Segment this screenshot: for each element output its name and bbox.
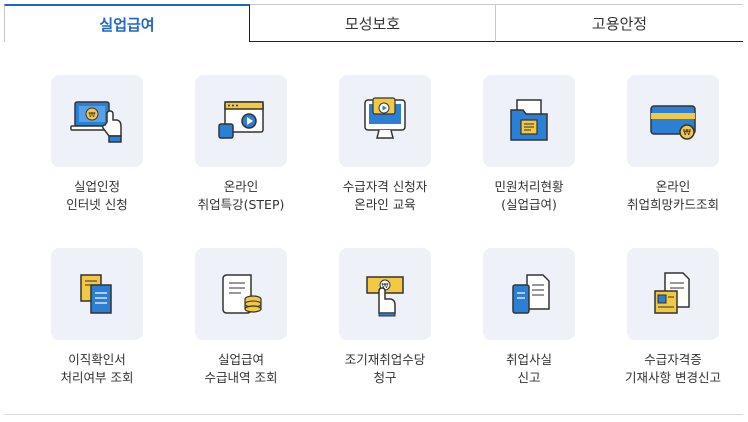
- monitor-play-icon: [339, 75, 431, 167]
- folder-document-icon: [483, 75, 575, 167]
- id-document-icon: [627, 248, 719, 340]
- hand-money-icon: ₩: [339, 248, 431, 340]
- item-label-line2: 온라인 교육: [354, 197, 416, 212]
- service-item-complaint-status[interactable]: 민원처리현황 (실업급여): [459, 75, 599, 214]
- service-item-employment-report[interactable]: 취업사실 신고: [459, 248, 599, 387]
- service-panel: ₩ 실업인정 인터넷 신청 온라인 취업특강(STEP) 수급자격 신청자 온라…: [4, 42, 743, 415]
- service-item-applicant-education[interactable]: 수급자격 신청자 온라인 교육: [315, 75, 455, 214]
- tab-employment-stability[interactable]: 고용안정: [496, 4, 743, 42]
- item-label-line2: 인터넷 신청: [66, 197, 128, 212]
- item-label-line1: 온라인: [655, 179, 691, 194]
- card-won-icon: ₩: [627, 75, 719, 167]
- laptop-hand-icon: ₩: [51, 75, 143, 167]
- item-label-line2: 수급내역 조회: [204, 370, 278, 385]
- documents-icon: [51, 248, 143, 340]
- phone-document-icon: [483, 248, 575, 340]
- item-label-line1: 수급자격 신청자: [342, 179, 428, 194]
- item-label-line2: (실업급여): [501, 197, 557, 212]
- item-label-line1: 실업인정: [73, 179, 120, 194]
- item-label-line1: 실업급여: [217, 352, 264, 367]
- item-label-line2: 청구: [373, 370, 397, 385]
- item-label-line1: 이직확인서: [68, 352, 126, 367]
- tab-maternity-protection[interactable]: 모성보호: [250, 4, 496, 42]
- svg-text:₩: ₩: [89, 111, 96, 119]
- item-label-line1: 수급자격증: [644, 352, 702, 367]
- tab-unemployment-benefit[interactable]: 실업급여: [4, 4, 250, 42]
- item-label-line1: 조기재취업수당: [344, 352, 426, 367]
- item-label-line2: 신고: [517, 370, 541, 385]
- service-item-job-card[interactable]: ₩ 온라인 취업희망카드조회: [603, 75, 743, 214]
- service-item-benefit-history[interactable]: 실업급여 수급내역 조회: [171, 248, 311, 387]
- svg-text:₩: ₩: [683, 128, 691, 137]
- item-label-line2: 취업특강(STEP): [197, 197, 285, 212]
- item-label-line1: 민원처리현황: [494, 179, 564, 194]
- service-item-online-lecture[interactable]: 온라인 취업특강(STEP): [171, 75, 311, 214]
- item-label-line2: 처리여부 조회: [60, 370, 134, 385]
- scroll-coins-icon: [195, 248, 287, 340]
- item-label-line1: 취업사실: [505, 352, 552, 367]
- service-item-certificate-change[interactable]: 수급자격증 기재사항 변경신고: [603, 248, 743, 387]
- item-label-line2: 기재사항 변경신고: [625, 370, 721, 385]
- item-label-line1: 온라인: [223, 179, 259, 194]
- video-lecture-icon: [195, 75, 287, 167]
- service-item-early-reemployment[interactable]: ₩ 조기재취업수당 청구: [315, 248, 455, 387]
- service-item-separation-confirmation[interactable]: 이직확인서 처리여부 조회: [27, 248, 167, 387]
- tab-bar: 실업급여 모성보호 고용안정: [4, 4, 743, 42]
- service-item-unemployment-recognition[interactable]: ₩ 실업인정 인터넷 신청: [27, 75, 167, 214]
- item-label-line2: 취업희망카드조회: [626, 197, 719, 212]
